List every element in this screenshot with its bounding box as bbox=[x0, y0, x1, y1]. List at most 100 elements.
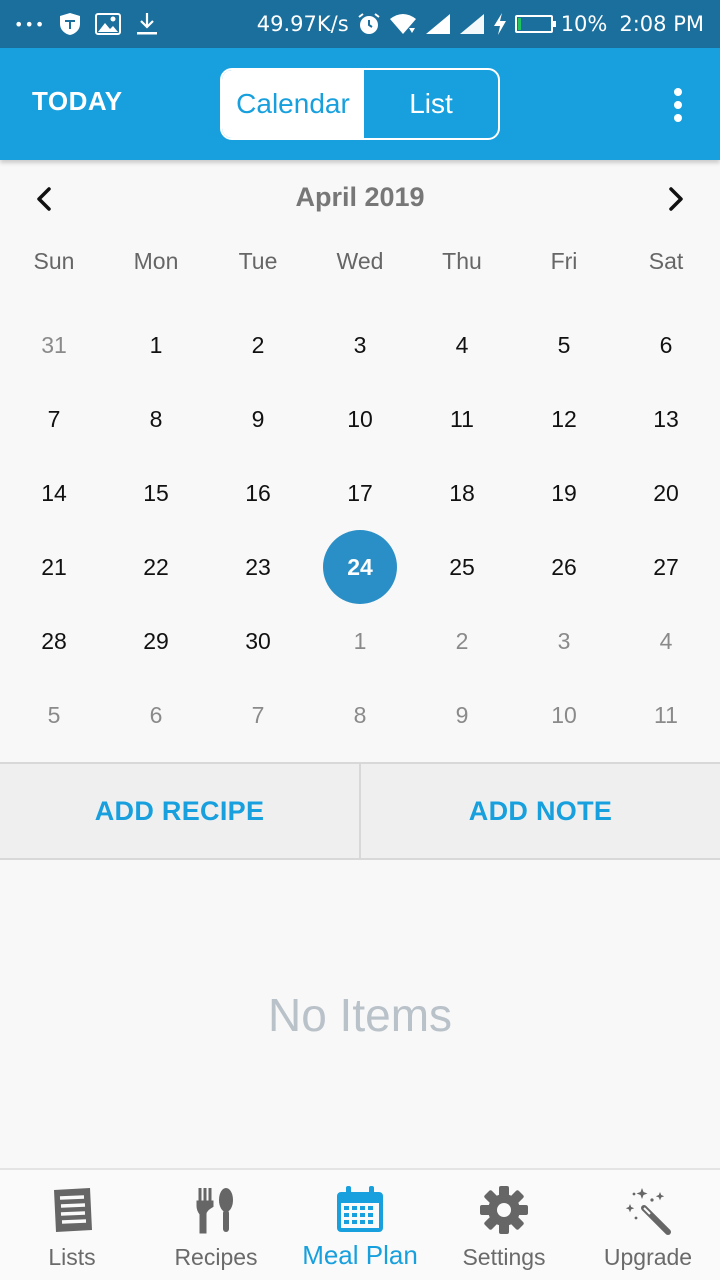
battery-percent: 10% bbox=[560, 12, 608, 36]
day-number: 27 bbox=[653, 553, 679, 580]
weekday-label: Mon bbox=[133, 248, 179, 274]
overflow-menu-icon[interactable] bbox=[674, 88, 682, 122]
calendar-day[interactable]: 15 bbox=[105, 456, 207, 530]
calendar-day[interactable]: 5 bbox=[3, 678, 105, 752]
add-recipe-button[interactable]: ADD RECIPE bbox=[0, 764, 361, 858]
calendar-day[interactable]: 30 bbox=[207, 604, 309, 678]
calendar-tab[interactable]: Calendar bbox=[222, 70, 364, 138]
calendar-week: 28 29 30 1 2 3 4 bbox=[3, 604, 717, 678]
calendar-day[interactable]: 8 bbox=[105, 382, 207, 456]
calendar-day[interactable]: 12 bbox=[513, 382, 615, 456]
calendar-day[interactable]: 9 bbox=[207, 382, 309, 456]
alarm-icon bbox=[358, 13, 380, 34]
calendar-day[interactable]: 8 bbox=[309, 678, 411, 752]
calendar-day[interactable]: 2 bbox=[411, 604, 513, 678]
day-number: 1 bbox=[353, 627, 367, 654]
calendar-day[interactable]: 29 bbox=[105, 604, 207, 678]
signal-icon-1 bbox=[425, 14, 450, 34]
nav-lists[interactable]: Lists bbox=[0, 1170, 144, 1280]
calendar-day[interactable]: 28 bbox=[3, 604, 105, 678]
calendar-day[interactable]: 13 bbox=[615, 382, 717, 456]
calendar-day[interactable]: 3 bbox=[513, 604, 615, 678]
charging-icon bbox=[493, 13, 506, 35]
calendar-day[interactable]: 6 bbox=[105, 678, 207, 752]
calendar-day[interactable]: 31 bbox=[3, 308, 105, 382]
calendar-day[interactable]: 27 bbox=[615, 530, 717, 604]
day-number: 3 bbox=[557, 627, 571, 654]
nav-settings[interactable]: Settings bbox=[432, 1170, 576, 1280]
calendar-day[interactable]: 18 bbox=[411, 456, 513, 530]
weekday-label: Sun bbox=[33, 248, 75, 274]
calendar-day[interactable]: 2 bbox=[207, 308, 309, 382]
calendar-day[interactable]: 1 bbox=[309, 604, 411, 678]
day-number: 16 bbox=[245, 479, 271, 506]
calendar-day[interactable]: 14 bbox=[3, 456, 105, 530]
calendar-day[interactable]: 17 bbox=[309, 456, 411, 530]
weekday-header: Sun Mon Tue Wed Thu Fri Sat bbox=[3, 248, 717, 275]
nav-recipes[interactable]: Recipes bbox=[144, 1170, 288, 1280]
weekday-label: Tue bbox=[238, 248, 278, 274]
lists-icon bbox=[54, 1188, 92, 1232]
day-number: 5 bbox=[47, 701, 61, 728]
list-tab[interactable]: List bbox=[364, 70, 498, 138]
day-number: 18 bbox=[449, 479, 475, 506]
weekday-label: Sat bbox=[648, 248, 684, 274]
calendar-week: 31 1 2 3 4 5 6 bbox=[3, 308, 717, 382]
calendar-day[interactable]: 3 bbox=[309, 308, 411, 382]
calendar-day[interactable]: 22 bbox=[105, 530, 207, 604]
network-speed: 49.97K/s bbox=[256, 12, 349, 36]
download-icon bbox=[137, 13, 158, 35]
day-number: 9 bbox=[455, 701, 469, 728]
day-number: 25 bbox=[449, 553, 475, 580]
more-notifications-icon: ••• bbox=[14, 14, 46, 34]
calendar-day[interactable]: 25 bbox=[411, 530, 513, 604]
chevron-right-icon[interactable] bbox=[660, 184, 690, 214]
calendar-day[interactable]: 1 bbox=[105, 308, 207, 382]
calendar-day[interactable]: 4 bbox=[411, 308, 513, 382]
calendar-day[interactable]: 16 bbox=[207, 456, 309, 530]
calendar-day[interactable]: 10 bbox=[309, 382, 411, 456]
calendar-day[interactable]: 7 bbox=[3, 382, 105, 456]
day-number: 17 bbox=[347, 479, 373, 506]
calendar-day[interactable]: 26 bbox=[513, 530, 615, 604]
action-bar: ADD RECIPE ADD NOTE bbox=[0, 762, 720, 860]
today-button[interactable]: TODAY bbox=[32, 86, 123, 117]
day-number: 4 bbox=[659, 627, 673, 654]
shield-icon bbox=[60, 13, 81, 35]
calendar-day[interactable]: 23 bbox=[207, 530, 309, 604]
calendar-day[interactable]: 19 bbox=[513, 456, 615, 530]
nav-label: Upgrade bbox=[603, 1244, 693, 1270]
calendar-day[interactable]: 9 bbox=[411, 678, 513, 752]
calendar-day[interactable]: 11 bbox=[411, 382, 513, 456]
signal-icon-2 bbox=[459, 14, 484, 34]
day-number: 11 bbox=[654, 701, 678, 728]
calendar-week: 14 15 16 17 18 19 20 bbox=[3, 456, 717, 530]
image-icon bbox=[95, 13, 122, 35]
day-number: 23 bbox=[245, 553, 271, 580]
day-number: 3 bbox=[353, 331, 367, 358]
calendar-day[interactable]: 11 bbox=[615, 678, 717, 752]
calendar-day[interactable]: 7 bbox=[207, 678, 309, 752]
calendar-grid: 31 1 2 3 4 5 6 7 8 9 10 11 12 13 14 15 16 17 18 19 20 21 22 23 2… bbox=[3, 308, 717, 752]
day-number: 21 bbox=[41, 553, 67, 580]
calendar-day[interactable]: 21 bbox=[3, 530, 105, 604]
clock: 2:08 PM bbox=[619, 12, 704, 36]
calendar-day[interactable]: 10 bbox=[513, 678, 615, 752]
battery-icon bbox=[514, 15, 556, 33]
day-number: 13 bbox=[653, 405, 679, 432]
add-note-button[interactable]: ADD NOTE bbox=[361, 764, 720, 858]
status-bar: ••• 49.97K/s 10% 2:08 PM bbox=[0, 0, 720, 48]
nav-label: Settings bbox=[462, 1244, 546, 1270]
nav-meal-plan[interactable]: Meal Plan bbox=[288, 1170, 432, 1280]
calendar-day[interactable]: 4 bbox=[615, 604, 717, 678]
day-number: 8 bbox=[149, 405, 163, 432]
day-number: 5 bbox=[557, 331, 571, 358]
calendar-day[interactable]: 5 bbox=[513, 308, 615, 382]
weekday-label: Fri bbox=[550, 248, 578, 274]
nav-upgrade[interactable]: Upgrade bbox=[576, 1170, 720, 1280]
calendar-day-selected[interactable]: 24 bbox=[309, 530, 411, 604]
calendar-day[interactable]: 20 bbox=[615, 456, 717, 530]
day-number: 12 bbox=[551, 405, 577, 432]
gear-icon bbox=[480, 1186, 528, 1234]
calendar-day[interactable]: 6 bbox=[615, 308, 717, 382]
